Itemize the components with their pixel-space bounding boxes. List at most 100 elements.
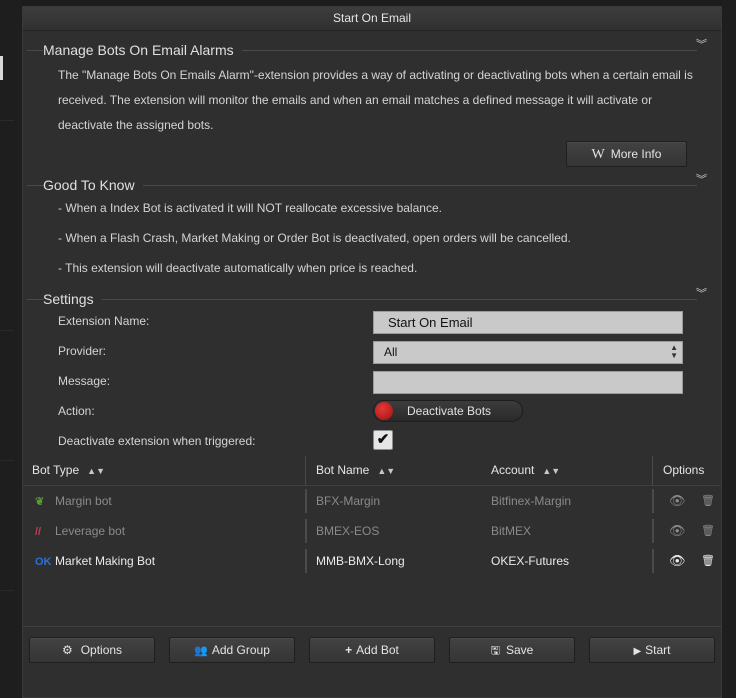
toggle-knob — [375, 402, 393, 420]
extension-name-label: Extension Name: — [58, 314, 150, 328]
add-group-label: Add Group — [211, 643, 270, 657]
more-info-label: More Info — [610, 147, 662, 161]
footer-divider — [23, 626, 721, 627]
sort-icon: ▲▼ — [87, 466, 105, 476]
sort-icon: ▲▼ — [377, 466, 396, 476]
column-divider — [652, 549, 654, 573]
start-label: Start — [645, 643, 671, 657]
settings-header[interactable]: Settings ︾ — [23, 288, 721, 310]
settings-form: Extension Name: Start On Email Provider:… — [23, 310, 721, 460]
column-divider — [305, 549, 307, 573]
bitmex-icon: // — [35, 526, 42, 538]
bot-type-cell: ❦ Margin bot — [35, 486, 112, 516]
message-label: Message: — [58, 374, 111, 388]
bot-name-cell: BFX-Margin — [316, 494, 381, 508]
header-account-label: Account — [491, 463, 535, 477]
bots-table: Bot Type ▲▼ Bot Name ▲▼ Account ▲▼ Options … — [23, 456, 721, 576]
save-label: Save — [506, 643, 534, 657]
wikipedia-icon: W — [591, 147, 605, 162]
floppy-icon: 🖫 — [490, 645, 500, 657]
table-row[interactable]: // Leverage bot BMEX-EOS BitMEX 👁 🗑 — [23, 516, 721, 546]
eye-icon[interactable]: 👁 — [669, 546, 686, 576]
table-row[interactable]: OK Market Making Bot MMB-BMX-Long OKEX-Futu… — [23, 546, 721, 576]
options-button[interactable]: ⚙ Options — [29, 637, 155, 663]
action-value: Deactivate Bots — [407, 404, 492, 418]
dialog-title[interactable]: Start On Email — [23, 7, 721, 31]
column-divider — [652, 519, 654, 543]
bot-type-cell: OK Market Making Bot — [35, 546, 155, 576]
add-group-button[interactable]: 👥 Add Group — [169, 637, 295, 663]
column-divider — [652, 456, 653, 486]
provider-value: All — [384, 345, 398, 359]
start-button[interactable]: ▶ Start — [589, 637, 715, 663]
gear-icon: ⚙ — [61, 643, 73, 657]
message-input[interactable] — [373, 371, 683, 394]
column-divider — [305, 519, 307, 543]
manage-description: The "Manage Bots On Emails Alarm"-extens… — [58, 68, 693, 132]
action-toggle[interactable]: Deactivate Bots — [373, 400, 523, 422]
good-to-know-item: - When a Flash Crash, Market Making or O… — [58, 231, 571, 245]
more-info-button[interactable]: W More Info — [566, 141, 687, 167]
good-to-know-list: - When a Index Bot is activated it will … — [58, 198, 721, 288]
add-bot-label: Add Bot — [356, 643, 399, 657]
table-body: ❦ Margin bot BFX-Margin Bitfinex-Margin 👁 🗑//… — [23, 486, 721, 576]
table-row[interactable]: ❦ Margin bot BFX-Margin Bitfinex-Margin 👁 🗑 — [23, 486, 721, 516]
select-arrows-icon: ▲ ▼ — [670, 343, 678, 360]
account-cell: BitMEX — [491, 524, 532, 538]
column-divider — [652, 489, 654, 513]
header-bot-type-label: Bot Type — [32, 463, 80, 477]
okex-icon: OK — [35, 556, 52, 568]
header-bot-name[interactable]: Bot Name ▲▼ — [316, 456, 395, 486]
bot-type-label: Leverage bot — [55, 524, 126, 538]
sidebar-divider — [0, 460, 14, 461]
settings-title: Settings — [43, 291, 102, 307]
header-options: Options — [663, 463, 705, 477]
deactivate-checkbox[interactable]: ✔ — [373, 430, 393, 450]
sidebar-divider — [0, 120, 14, 121]
start-on-email-dialog: Start On Email Manage Bots On Email Alar… — [22, 6, 722, 698]
background-right — [722, 0, 736, 698]
deactivate-label: Deactivate extension when triggered: — [58, 434, 256, 448]
bot-type-cell: // Leverage bot — [35, 516, 125, 546]
table-header: Bot Type ▲▼ Bot Name ▲▼ Account ▲▼ Options — [23, 456, 721, 486]
plus-icon: + — [345, 643, 353, 657]
header-bot-name-label: Bot Name — [316, 463, 370, 477]
section-rule — [27, 299, 697, 300]
bot-type-label: Market Making Bot — [55, 554, 156, 568]
users-icon: 👥 — [194, 645, 208, 657]
manage-section-title: Manage Bots On Email Alarms — [43, 42, 242, 58]
action-label: Action: — [58, 404, 95, 418]
collapse-chevron-icon[interactable]: ︾ — [696, 289, 707, 300]
collapse-chevron-icon[interactable]: ︾ — [696, 40, 707, 51]
header-bot-type[interactable]: Bot Type ▲▼ — [32, 456, 105, 486]
sidebar-marker — [0, 56, 3, 80]
trash-icon[interactable]: 🗑 — [701, 486, 715, 516]
provider-select[interactable]: All ▲ ▼ — [373, 341, 683, 364]
provider-label: Provider: — [58, 344, 107, 358]
good-to-know-item: - This extension will deactivate automat… — [58, 261, 418, 275]
checkmark-icon: ✔ — [376, 431, 390, 448]
header-account[interactable]: Account ▲▼ — [491, 456, 560, 486]
manage-section-header[interactable]: Manage Bots On Email Alarms ︾ — [23, 39, 721, 61]
save-button[interactable]: 🖫 Save — [449, 637, 575, 663]
trash-icon[interactable]: 🗑 — [701, 516, 715, 546]
background-sidebar — [0, 0, 22, 698]
bot-type-label: Margin bot — [55, 494, 112, 508]
column-divider — [305, 456, 306, 486]
add-bot-button[interactable]: + Add Bot — [309, 637, 435, 663]
collapse-chevron-icon[interactable]: ︾ — [696, 175, 707, 186]
trash-icon[interactable]: 🗑 — [701, 546, 715, 576]
account-cell: Bitfinex-Margin — [491, 494, 572, 508]
bot-name-cell: BMEX-EOS — [316, 524, 380, 538]
eye-icon[interactable]: 👁 — [669, 486, 686, 516]
play-icon: ▶ — [633, 646, 642, 657]
extension-name-input[interactable]: Start On Email — [373, 311, 683, 334]
good-to-know-item: - When a Index Bot is activated it will … — [58, 201, 442, 215]
options-label: Options — [80, 643, 123, 657]
eye-icon[interactable]: 👁 — [669, 516, 686, 546]
sidebar-divider — [0, 330, 14, 331]
sort-icon: ▲▼ — [542, 466, 561, 476]
good-to-know-header[interactable]: Good To Know ︾ — [23, 174, 721, 196]
account-cell: OKEX-Futures — [491, 554, 570, 568]
sidebar-divider — [0, 590, 14, 591]
